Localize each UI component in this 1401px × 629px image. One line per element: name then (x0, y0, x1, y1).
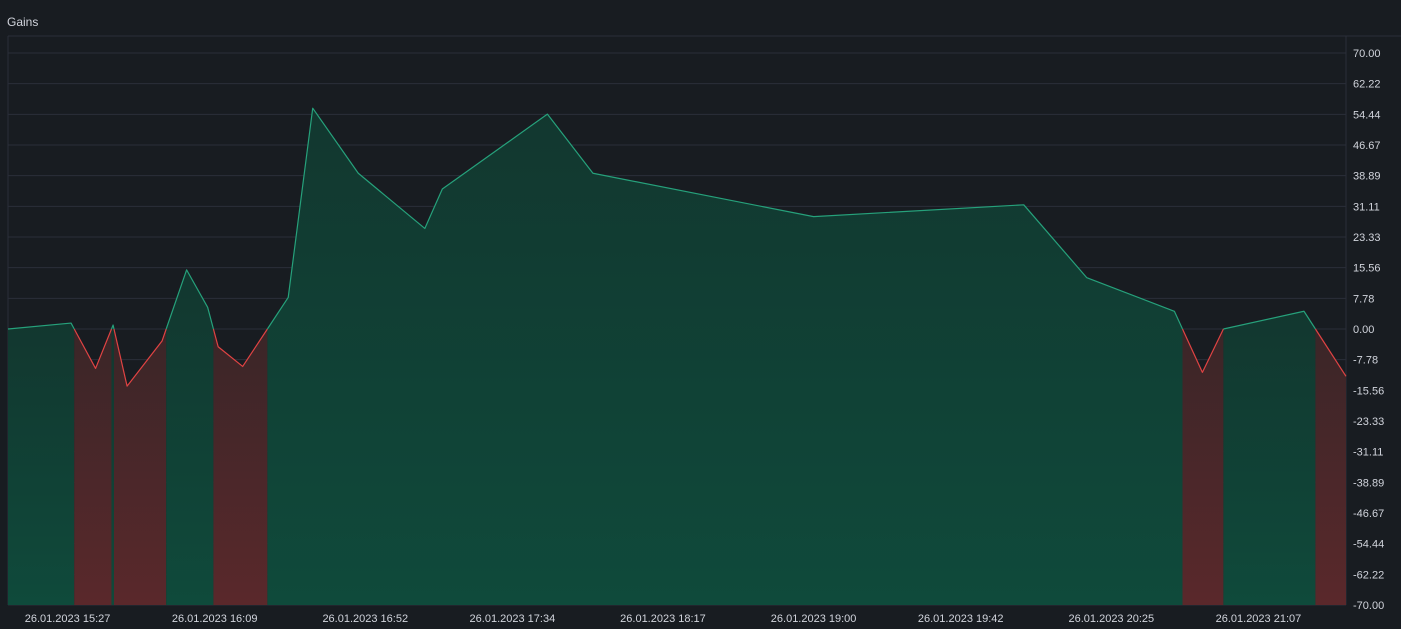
data-point[interactable] (1343, 373, 1349, 379)
x-tick-label: 26.01.2023 16:09 (172, 613, 258, 625)
data-point[interactable] (1199, 369, 1205, 375)
data-point[interactable] (5, 326, 11, 332)
y-tick-label: -23.33 (1353, 416, 1384, 428)
data-point[interactable] (1171, 308, 1177, 314)
y-tick-label: 31.11 (1353, 201, 1380, 213)
y-tick-label: 15.56 (1353, 263, 1381, 275)
data-point[interactable] (93, 365, 99, 371)
data-point[interactable] (355, 170, 361, 176)
data-point[interactable] (184, 267, 190, 273)
y-tick-label: -7.78 (1353, 355, 1378, 367)
y-tick-label: 62.22 (1353, 79, 1381, 91)
y-tick-label: 70.00 (1353, 48, 1381, 60)
y-tick-label: 23.33 (1353, 232, 1381, 244)
data-point[interactable] (1021, 202, 1027, 208)
gain-area-segment (111, 325, 114, 605)
data-point[interactable] (110, 322, 116, 328)
y-tick-label: -38.89 (1353, 477, 1384, 489)
gain-area-segment (267, 108, 1183, 605)
loss-area-segment (213, 329, 268, 605)
data-point[interactable] (544, 111, 550, 117)
x-tick-label: 26.01.2023 16:52 (322, 613, 408, 625)
data-point[interactable] (1084, 275, 1090, 281)
x-tick-label: 26.01.2023 19:42 (918, 613, 1004, 625)
data-point[interactable] (205, 304, 211, 310)
gain-area-segment (166, 269, 214, 605)
data-point[interactable] (159, 338, 165, 344)
loss-area-segment (74, 329, 112, 605)
y-tick-label: 7.78 (1353, 293, 1374, 305)
y-tick-label: -62.22 (1353, 569, 1384, 581)
data-point[interactable] (590, 170, 596, 176)
y-tick-label: 54.44 (1353, 109, 1381, 121)
y-tick-label: 38.89 (1353, 171, 1381, 183)
data-point[interactable] (215, 344, 221, 350)
x-axis: 26.01.2023 15:27 26.01.2023 16:09 26.01.20… (25, 613, 1302, 625)
area-fill (8, 108, 1346, 605)
data-point[interactable] (439, 186, 445, 192)
loss-area-segment (113, 329, 167, 605)
data-point[interactable] (811, 214, 817, 220)
loss-area-segment (1315, 329, 1346, 605)
gains-area-chart[interactable]: 70.00 62.22 54.44 46.67 38.89 31.11 23.33 15.56… (0, 0, 1401, 629)
y-tick-label: -70.00 (1353, 600, 1384, 612)
x-tick-label: 26.01.2023 21:07 (1216, 613, 1302, 625)
y-tick-label: -31.11 (1353, 447, 1383, 459)
x-tick-label: 26.01.2023 19:00 (771, 613, 857, 625)
data-point[interactable] (422, 225, 428, 231)
data-point[interactable] (310, 105, 316, 111)
x-tick-label: 26.01.2023 20:25 (1069, 613, 1155, 625)
data-point[interactable] (240, 363, 246, 369)
data-point[interactable] (1220, 326, 1226, 332)
y-tick-label: -46.67 (1353, 508, 1384, 520)
y-tick-label: -54.44 (1353, 539, 1384, 551)
data-point[interactable] (1301, 308, 1307, 314)
y-tick-label: 0.00 (1353, 324, 1374, 336)
data-point[interactable] (68, 320, 74, 326)
data-point[interactable] (124, 383, 130, 389)
gain-area-segment (8, 323, 75, 605)
y-tick-label: -15.56 (1353, 385, 1384, 397)
y-axis: 70.00 62.22 54.44 46.67 38.89 31.11 23.33 15.56… (1353, 48, 1384, 612)
y-tick-label: 46.67 (1353, 140, 1381, 152)
x-tick-label: 26.01.2023 15:27 (25, 613, 111, 625)
gain-area-segment (1223, 311, 1316, 605)
x-tick-label: 26.01.2023 18:17 (620, 613, 706, 625)
x-tick-label: 26.01.2023 17:34 (470, 613, 556, 625)
data-point[interactable] (285, 294, 291, 300)
